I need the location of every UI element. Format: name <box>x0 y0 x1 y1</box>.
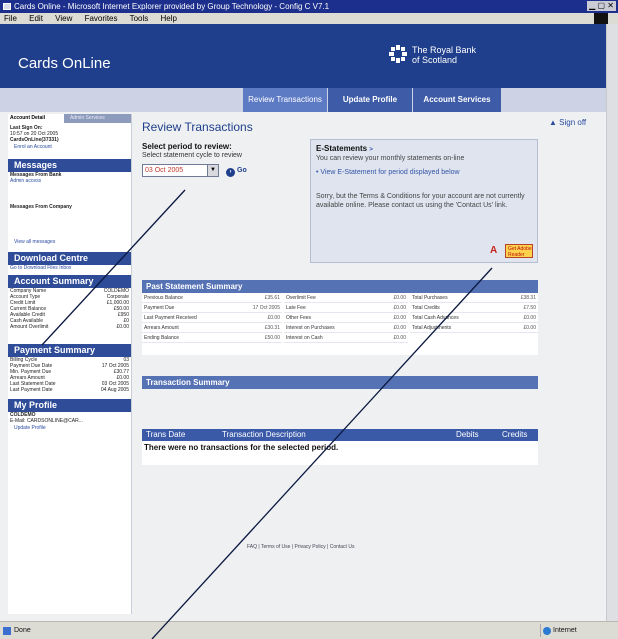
menu-help[interactable]: Help <box>161 14 177 23</box>
messages-from-company: Messages From Company <box>10 204 72 210</box>
transaction-summary-heading: Transaction Summary <box>142 376 538 389</box>
window-title: Cards Online - Microsoft Internet Explor… <box>14 2 330 11</box>
update-profile-link[interactable]: Update Profile <box>8 424 131 432</box>
brand-title: Cards OnLine <box>18 55 111 72</box>
bank-logo[interactable]: The Royal Bank of Scotland <box>388 44 500 70</box>
sign-off-link[interactable]: ▲ Sign off <box>549 118 586 127</box>
col-trans-date[interactable]: Trans Date <box>146 429 185 441</box>
past-statement-table: Previous Balance £35.61 Payment Due 17 Oct… <box>142 293 538 355</box>
summary-row: Other Fees £0.00 <box>284 315 408 323</box>
transaction-table-header: Trans Date Transaction Description Debit… <box>142 429 538 441</box>
cycle-label: Select statement cycle to review <box>142 152 242 159</box>
page-content: Cards OnLine The Royal Bank of Scotland <box>0 24 606 621</box>
payment-summary-heading: Payment Summary <box>8 344 131 357</box>
summary-row: Arrears Amount £30.31 <box>142 325 282 333</box>
tab-account-services[interactable]: Account Services <box>413 88 501 112</box>
status-bar: Done Internet <box>0 621 618 639</box>
payment-summary-list: Billing Cycle 03 Payment Due Date 17 Oct 2… <box>8 357 131 393</box>
account-summary-list: Company Name COLDEMO Account Type Corporat… <box>8 288 131 330</box>
get-adobe-reader-button[interactable]: A Get Adobe Reader <box>490 244 533 258</box>
daisy-logo-icon <box>389 45 407 63</box>
zone-label: Internet <box>553 627 577 634</box>
summary-column: Overlimit Fee £0.00 Late Fee £0.00 Other F… <box>284 293 408 343</box>
sidebar-tabs: Account Detail Admin Services <box>8 114 131 123</box>
tab-review-transactions[interactable]: Review Transactions <box>243 88 327 112</box>
download-centre-heading: Download Centre <box>8 252 131 265</box>
ie-icon <box>3 3 11 10</box>
page-done-icon <box>3 627 11 635</box>
security-zone: Internet <box>540 624 614 637</box>
estatements-panel: E-Statements > You can review your month… <box>310 139 538 263</box>
tab-update-profile[interactable]: Update Profile <box>328 88 412 112</box>
estatements-title: E-Statements > <box>316 144 373 153</box>
menu-edit[interactable]: Edit <box>29 14 43 23</box>
adobe-label: Get Adobe Reader <box>508 246 532 258</box>
windows-logo-icon <box>594 13 608 24</box>
summary-row: Previous Balance £35.61 <box>142 295 282 303</box>
status-text: Done <box>14 627 31 634</box>
bank-name-line1: The Royal Bank <box>412 45 477 55</box>
empty-message: There were no transactions for the selec… <box>144 443 339 452</box>
site-header: Cards OnLine The Royal Bank of Scotland <box>0 24 606 88</box>
title-bar: Cards Online - Microsoft Internet Explor… <box>0 0 618 13</box>
admin-access-link[interactable]: Admin access <box>8 178 131 184</box>
view-estatement-link[interactable]: • View E-Statement for period displayed … <box>316 169 532 176</box>
globe-icon <box>543 627 551 635</box>
summary-row: Ending Balance £50.00 <box>142 335 282 343</box>
summary-row: Last Payment Received £0.00 <box>142 315 282 323</box>
menu-bar: File Edit View Favorites Tools Help <box>0 13 618 24</box>
summary-row: Late Fee £0.00 <box>284 305 408 313</box>
sign-off-label: Sign off <box>559 118 587 127</box>
terms-unavailable-message: Sorry, but the Terms & Conditions for yo… <box>316 193 525 209</box>
payment-row: Last Payment Date 04 Aug 2005 <box>10 387 129 393</box>
arrow-right-icon: › <box>226 168 235 177</box>
window-controls[interactable]: ▁ ▢ ✕ <box>587 1 616 11</box>
sidebar: Account Detail Admin Services Last Sign … <box>8 114 132 614</box>
summary-row: Overlimit Fee £0.00 <box>284 295 408 303</box>
menu-view[interactable]: View <box>55 14 72 23</box>
statement-cycle-select[interactable]: 03 Oct 2005 ▼ <box>142 164 219 177</box>
tab-admin-services[interactable]: Admin Services <box>70 114 105 123</box>
col-description[interactable]: Transaction Description <box>222 429 306 441</box>
page-title: Review Transactions <box>142 120 253 134</box>
estatements-intro: You can review your monthly statements o… <box>316 155 465 162</box>
go-label: Go <box>237 167 247 174</box>
transaction-table: Trans Date Transaction Description Debit… <box>142 429 538 465</box>
menu-file[interactable]: File <box>4 14 17 23</box>
account-row: Amount Overlimit £0.00 <box>10 324 129 330</box>
summary-column: Total Purchases £38.31 Total Credits £7.50… <box>410 293 538 333</box>
summary-row: Total Cash Advances £0.00 <box>410 315 538 323</box>
chevron-down-icon[interactable]: ▼ <box>207 165 218 176</box>
bank-name: The Royal Bank of Scotland <box>412 45 476 65</box>
menu-favorites[interactable]: Favorites <box>85 14 118 23</box>
summary-row: Total Purchases £38.31 <box>410 295 538 303</box>
my-profile-heading: My Profile <box>8 399 131 412</box>
vertical-scrollbar[interactable] <box>606 24 618 621</box>
footer-links[interactable]: FAQ | Terms of Use | Privacy Policy | Co… <box>247 544 354 550</box>
summary-column: Previous Balance £35.61 Payment Due 17 Oct… <box>142 293 282 343</box>
summary-row: Payment Due 17 Oct 2005 <box>142 305 282 313</box>
past-statement-heading: Past Statement Summary <box>142 280 538 293</box>
bank-name-line2: of Scotland <box>412 55 458 65</box>
summary-row: Total Adjustments £0.00 <box>410 325 538 333</box>
enrol-account-link[interactable]: Enrol an Account <box>8 143 131 151</box>
view-all-messages-link[interactable]: View all messages <box>8 238 131 246</box>
summary-row: Total Credits £7.50 <box>410 305 538 313</box>
col-debits[interactable]: Debits <box>456 429 479 441</box>
summary-row: Interest on Cash £0.00 <box>284 335 408 343</box>
period-label: Select period to review: <box>142 142 232 151</box>
account-summary-heading: Account Summary <box>8 275 131 288</box>
tab-account-detail[interactable]: Account Detail <box>8 114 64 123</box>
adobe-icon: A <box>490 245 498 256</box>
browser-window: Cards Online - Microsoft Internet Explor… <box>0 0 618 639</box>
download-files-link[interactable]: Go to Download Files Inbox <box>8 265 131 271</box>
go-button[interactable]: › Go <box>226 165 247 177</box>
col-credits[interactable]: Credits <box>502 429 527 441</box>
main-nav: Review Transactions Update Profile Accou… <box>0 88 606 112</box>
menu-tools[interactable]: Tools <box>130 14 149 23</box>
summary-row: Interest on Purchases £0.00 <box>284 325 408 333</box>
messages-heading: Messages <box>8 159 131 172</box>
selected-cycle: 03 Oct 2005 <box>145 167 184 174</box>
